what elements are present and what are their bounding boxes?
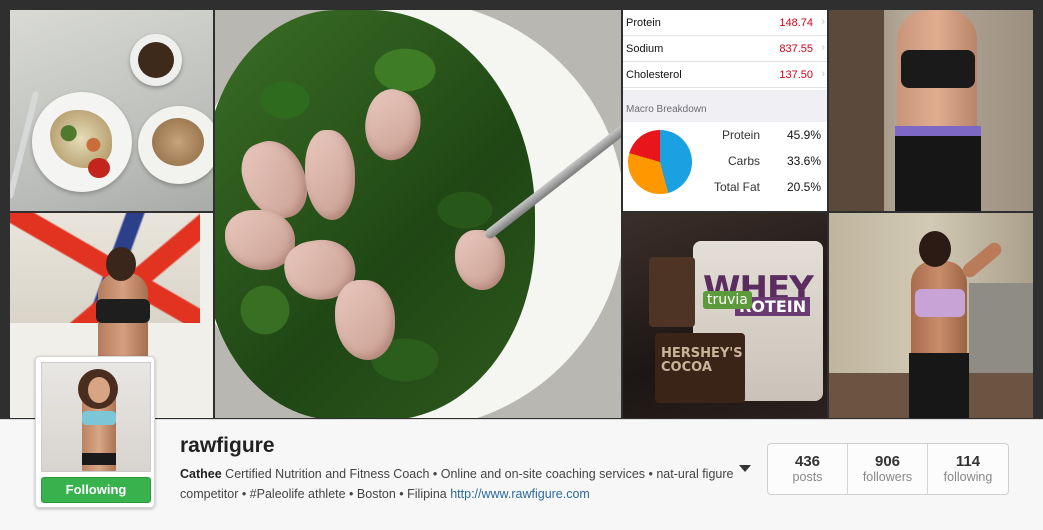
avatar-top bbox=[82, 411, 116, 425]
nutrition-row: Protein 148.74 › bbox=[623, 10, 827, 36]
stat-value: 114 bbox=[955, 453, 981, 470]
nutrition-label: Cholesterol bbox=[626, 69, 682, 81]
stat-value: 906 bbox=[874, 453, 901, 470]
photo-whey-protein[interactable]: WHEY ROTEIN truvia HERSHEY'S COCOA bbox=[623, 213, 827, 418]
avatar[interactable] bbox=[41, 362, 151, 472]
cocoa-text: HERSHEY'S COCOA bbox=[661, 346, 743, 375]
stat-following[interactable]: 114 following bbox=[928, 444, 1008, 494]
sports-bra bbox=[915, 289, 965, 317]
chevron-right-icon: › bbox=[821, 16, 825, 28]
coffee bbox=[138, 42, 174, 78]
stat-label: followers bbox=[862, 470, 913, 484]
profile-page: Protein 148.74 › Sodium 837.55 › Cholest… bbox=[0, 0, 1043, 530]
nutrition-row: Cholesterol 137.50 › bbox=[623, 62, 827, 88]
stat-followers[interactable]: 906 followers bbox=[848, 444, 928, 494]
head bbox=[106, 247, 136, 281]
bio-name: Cathee bbox=[180, 467, 222, 481]
photo-macro-breakdown[interactable]: Protein 148.74 › Sodium 837.55 › Cholest… bbox=[623, 10, 827, 211]
stat-label: posts bbox=[792, 470, 823, 484]
following-button[interactable]: Following bbox=[41, 477, 151, 503]
leggings bbox=[895, 130, 981, 211]
truvia-text: truvia bbox=[703, 291, 752, 309]
door bbox=[829, 10, 884, 211]
photo-flex-pose[interactable] bbox=[829, 213, 1033, 418]
macro-label: Total Fat bbox=[713, 180, 760, 194]
macro-value: 20.5% bbox=[786, 180, 821, 194]
photo-salad[interactable] bbox=[215, 10, 621, 418]
macro-pie-chart bbox=[628, 130, 692, 194]
chevron-right-icon: › bbox=[821, 42, 825, 54]
chevron-right-icon: › bbox=[821, 68, 825, 80]
nutrition-value: 148.74 bbox=[779, 17, 813, 29]
profile-bio: Cathee Certified Nutrition and Fitness C… bbox=[180, 464, 740, 504]
profile-stats: 436 posts 906 followers 114 following bbox=[767, 443, 1009, 495]
avatar-face bbox=[88, 377, 110, 403]
sauce bbox=[88, 158, 110, 178]
head bbox=[919, 231, 951, 267]
stat-value: 436 bbox=[794, 453, 821, 470]
photo-mosaic: Protein 148.74 › Sodium 837.55 › Cholest… bbox=[0, 0, 1043, 420]
photo-breakfast[interactable] bbox=[10, 10, 213, 211]
sports-bra bbox=[96, 299, 150, 323]
nutrition-label: Sodium bbox=[626, 43, 664, 55]
macro-value: 45.9% bbox=[786, 128, 821, 142]
leggings bbox=[909, 353, 969, 418]
macro-label: Protein bbox=[721, 128, 760, 142]
photo-mirror-selfie[interactable] bbox=[829, 10, 1033, 211]
macro-title: Macro Breakdown bbox=[626, 104, 707, 115]
stat-label: following bbox=[943, 470, 993, 484]
sports-bra bbox=[901, 50, 975, 88]
avatar-card: Following bbox=[35, 356, 155, 508]
flexed-arm bbox=[959, 239, 1005, 281]
bio-link[interactable]: http://www.rawfigure.com bbox=[450, 487, 590, 501]
macro-label: Carbs bbox=[727, 154, 760, 168]
nutrition-value: 837.55 bbox=[779, 43, 813, 55]
profile-username: rawfigure bbox=[180, 434, 275, 457]
stat-posts[interactable]: 436 posts bbox=[768, 444, 848, 494]
jar bbox=[649, 257, 695, 327]
macro-value: 33.6% bbox=[786, 154, 821, 168]
oatmeal bbox=[152, 118, 204, 166]
nutrition-value: 137.50 bbox=[779, 69, 813, 81]
avatar-bottom bbox=[82, 453, 116, 465]
nutrition-label: Protein bbox=[626, 17, 661, 29]
chevron-down-icon[interactable] bbox=[739, 465, 751, 472]
nutrition-row: Sodium 837.55 › bbox=[623, 36, 827, 62]
waistband bbox=[895, 126, 981, 136]
